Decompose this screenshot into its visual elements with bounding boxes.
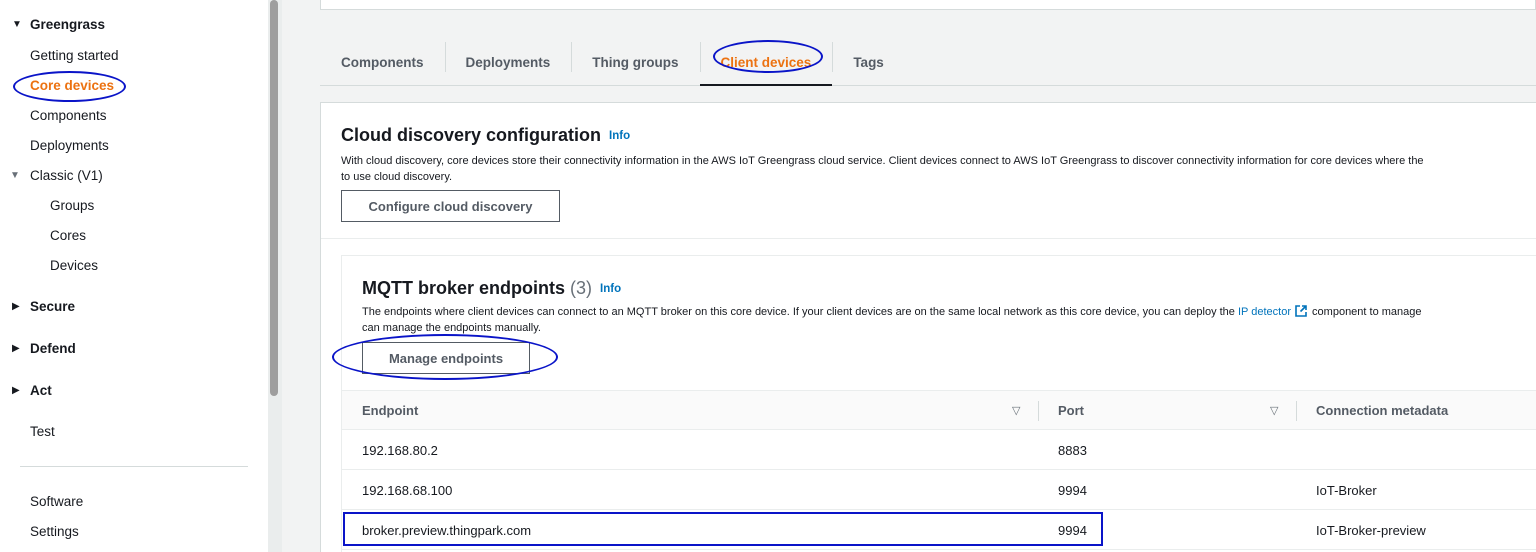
- sidebar-section-label: Greengrass: [30, 17, 106, 32]
- column-header-connection-metadata[interactable]: Connection metadata: [1316, 391, 1448, 429]
- details-card-bottom-edge: [320, 0, 1536, 10]
- sidebar-item-label: Groups: [50, 198, 95, 213]
- sidebar-item-deployments[interactable]: Deployments: [30, 138, 109, 153]
- sidebar-nav: ▼ Greengrass Getting started Core device…: [0, 0, 268, 552]
- sidebar-section-defend[interactable]: ▶ Defend: [12, 341, 76, 356]
- manage-endpoints-button[interactable]: Manage endpoints: [362, 342, 530, 374]
- caret-right-icon: ▶: [12, 301, 20, 312]
- sidebar-divider: [20, 466, 248, 467]
- sidebar-section-secure[interactable]: ▶ Secure: [12, 299, 75, 314]
- cell-port: 9994: [1058, 482, 1087, 498]
- main-content: Components Deployments Thing groups Clie…: [282, 0, 1536, 552]
- sidebar-item-label: Devices: [50, 258, 99, 273]
- sidebar-section-label: Secure: [30, 299, 76, 314]
- sidebar-item-label: Software: [30, 494, 84, 509]
- sort-caret-icon[interactable]: ▽: [1270, 404, 1278, 417]
- mqtt-description: The endpoints where client devices can c…: [362, 304, 1536, 336]
- mqtt-heading: MQTT broker endpoints (3) Info: [362, 278, 621, 299]
- tab-client-devices[interactable]: Client devices: [699, 40, 833, 86]
- sidebar-item-cores[interactable]: Cores: [50, 228, 86, 243]
- tab-thing-groups[interactable]: Thing groups: [571, 40, 699, 85]
- cell-endpoint: 192.168.80.2: [362, 442, 438, 458]
- sidebar-section-label: Act: [30, 383, 52, 398]
- mqtt-description-text: component to manage: [1312, 306, 1422, 318]
- sidebar-item-label: Settings: [30, 524, 79, 539]
- cell-port: 9994: [1058, 522, 1087, 538]
- mqtt-description-line: The endpoints where client devices can c…: [362, 304, 1536, 320]
- tab-components[interactable]: Components: [320, 40, 445, 85]
- cloud-discovery-section: Cloud discovery configuration Info With c…: [321, 103, 1536, 239]
- tab-bar: Components Deployments Thing groups Clie…: [320, 40, 1536, 86]
- table-row[interactable]: 192.168.68.100 9994 IoT-Broker: [342, 470, 1536, 510]
- tab-tags[interactable]: Tags: [832, 40, 905, 85]
- sidebar-section-greengrass[interactable]: ▼ Greengrass: [12, 17, 105, 32]
- cell-endpoint: broker.preview.thingpark.com: [362, 522, 532, 538]
- sidebar-item-classic-v1[interactable]: ▼ Classic (V1): [10, 168, 103, 183]
- mqtt-endpoints-table: Endpoint ▽ Port ▽ Connection metadata 19…: [342, 390, 1536, 550]
- table-header: Endpoint ▽ Port ▽ Connection metadata: [342, 390, 1536, 430]
- cell-metadata: IoT-Broker: [1316, 482, 1377, 498]
- column-separator[interactable]: [1296, 401, 1297, 421]
- cloud-discovery-heading: Cloud discovery configuration Info: [341, 125, 630, 146]
- caret-down-icon: ▼: [10, 170, 20, 181]
- sidebar-item-label: Core devices: [30, 78, 115, 93]
- mqtt-description-text: The endpoints where client devices can c…: [362, 306, 1235, 318]
- table-row[interactable]: broker.preview.thingpark.com 9994 IoT-Br…: [342, 510, 1536, 550]
- sidebar-item-groups[interactable]: Groups: [50, 198, 94, 213]
- column-header-port[interactable]: Port: [1058, 391, 1084, 429]
- cell-port: 8883: [1058, 442, 1087, 458]
- sidebar-item-software[interactable]: Software: [30, 494, 83, 509]
- sidebar-item-label: Cores: [50, 228, 87, 243]
- sidebar-item-core-devices[interactable]: Core devices: [30, 78, 114, 93]
- sidebar-item-label: Classic (V1): [30, 168, 103, 183]
- sidebar-scrollbar-thumb[interactable]: [270, 0, 278, 396]
- caret-right-icon: ▶: [12, 343, 20, 354]
- sidebar-item-components[interactable]: Components: [30, 108, 107, 123]
- table-row[interactable]: 192.168.80.2 8883: [342, 430, 1536, 470]
- cloud-discovery-info-link[interactable]: Info: [609, 130, 630, 142]
- sidebar-item-settings[interactable]: Settings: [30, 524, 79, 539]
- ip-detector-link[interactable]: IP detector: [1238, 306, 1291, 318]
- sidebar-item-devices[interactable]: Devices: [50, 258, 98, 273]
- mqtt-title: MQTT broker endpoints: [362, 278, 566, 298]
- cloud-discovery-description: With cloud discovery, core devices store…: [341, 153, 1536, 185]
- sidebar-item-label: Getting started: [30, 48, 119, 63]
- configure-cloud-discovery-button[interactable]: Configure cloud discovery: [341, 190, 560, 222]
- sidebar-section-act[interactable]: ▶ Act: [12, 383, 52, 398]
- sidebar-item-getting-started[interactable]: Getting started: [30, 48, 119, 63]
- mqtt-description-line: can manage the endpoints manually.: [362, 322, 541, 334]
- caret-down-icon: ▼: [12, 19, 22, 30]
- tab-deployments[interactable]: Deployments: [444, 40, 572, 85]
- column-header-endpoint[interactable]: Endpoint: [362, 391, 418, 429]
- mqtt-info-link[interactable]: Info: [600, 283, 621, 295]
- cloud-discovery-title: Cloud discovery configuration: [341, 125, 602, 145]
- mqtt-broker-endpoints-container: MQTT broker endpoints (3) Info The endpoi…: [341, 255, 1536, 552]
- caret-right-icon: ▶: [12, 385, 20, 396]
- external-link-icon: [1295, 305, 1307, 317]
- sidebar-item-label: Test: [30, 424, 55, 439]
- cloud-discovery-description-line: With cloud discovery, core devices store…: [341, 155, 1424, 167]
- mqtt-endpoint-count: (3): [570, 278, 593, 298]
- cell-metadata: IoT-Broker-preview: [1316, 522, 1426, 538]
- client-devices-panel: Cloud discovery configuration Info With c…: [320, 102, 1536, 552]
- cell-endpoint: 192.168.68.100: [362, 482, 453, 498]
- sort-caret-icon[interactable]: ▽: [1012, 404, 1020, 417]
- cloud-discovery-description-line: to use cloud discovery.: [341, 171, 453, 183]
- column-separator[interactable]: [1038, 401, 1039, 421]
- sidebar-item-test[interactable]: Test: [30, 424, 55, 439]
- sidebar-item-label: Deployments: [30, 138, 109, 153]
- sidebar-item-label: Components: [30, 108, 107, 123]
- sidebar-section-label: Defend: [30, 341, 76, 356]
